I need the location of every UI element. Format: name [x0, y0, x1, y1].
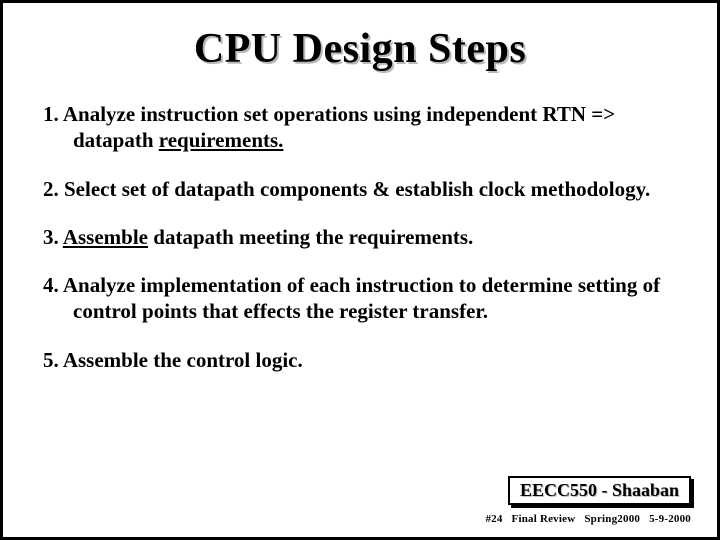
step-4: 4. Analyze implementation of each instru…: [43, 272, 677, 325]
step-2: 2. Select set of datapath components & e…: [43, 176, 677, 202]
slide-title: CPU Design Steps: [43, 25, 677, 73]
step-5: 5. Assemble the control logic.: [43, 347, 677, 373]
step-3: 3. Assemble datapath meeting the require…: [43, 224, 677, 250]
slide: CPU Design Steps 1. Analyze instruction …: [0, 0, 720, 540]
steps-list: 1. Analyze instruction set operations us…: [43, 101, 677, 373]
step-number: 4.: [43, 273, 59, 297]
footer-date: 5-9-2000: [649, 513, 691, 525]
step-text-pre: Assemble the control logic.: [63, 348, 303, 372]
step-1: 1. Analyze instruction set operations us…: [43, 101, 677, 154]
step-number: 2.: [43, 177, 59, 201]
step-text-underlined: requirements.: [159, 128, 284, 152]
footer-label: Final Review: [512, 513, 576, 525]
step-text-pre: Analyze implementation of each instructi…: [63, 273, 660, 323]
step-number: 3.: [43, 225, 59, 249]
step-text-post: datapath meeting the requirements.: [148, 225, 473, 249]
step-text-pre: Analyze instruction set operations using…: [63, 102, 615, 152]
step-text-underlined: Assemble: [63, 225, 148, 249]
step-text-pre: Select set of datapath components & esta…: [64, 177, 650, 201]
footer-meta: #24 Final Review Spring2000 5-9-2000: [479, 513, 691, 525]
footer-term: Spring2000: [584, 513, 640, 525]
step-number: 5.: [43, 348, 59, 372]
footer-slide-number: #24: [485, 513, 502, 525]
step-number: 1.: [43, 102, 59, 126]
footer-course-box: EECC550 - Shaaban: [508, 476, 691, 505]
